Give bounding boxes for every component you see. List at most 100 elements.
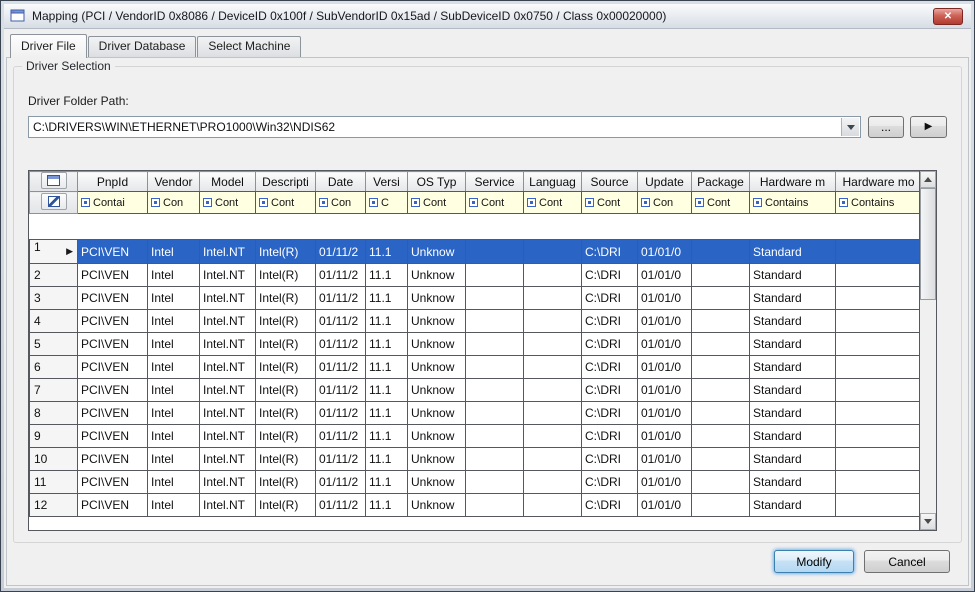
grid-cell[interactable]: 01/11/2 <box>316 240 366 264</box>
grid-cell[interactable]: 01/01/0 <box>638 425 692 448</box>
grid-cell[interactable]: Intel <box>148 494 200 517</box>
grid-cell[interactable]: Intel(R) <box>256 264 316 287</box>
column-header-2[interactable]: Model <box>200 172 256 192</box>
grid-cell[interactable]: Intel.NT <box>200 287 256 310</box>
column-header-12[interactable]: Hardware m <box>750 172 836 192</box>
vertical-scrollbar[interactable] <box>919 171 936 530</box>
grid-cell[interactable] <box>524 494 582 517</box>
grid-cell[interactable] <box>466 333 524 356</box>
grid-cell[interactable] <box>836 448 922 471</box>
apply-path-button[interactable]: ▶ <box>910 116 947 138</box>
grid-cell[interactable]: PCI\VEN <box>78 402 148 425</box>
grid-row-2[interactable]: 2PCI\VENIntelIntel.NTIntel(R)01/11/211.1… <box>30 264 922 287</box>
grid-cell[interactable] <box>466 287 524 310</box>
grid-cell[interactable] <box>692 310 750 333</box>
scroll-up-button[interactable] <box>920 171 936 188</box>
row-header-2[interactable]: 2 <box>30 264 78 287</box>
title-bar[interactable]: Mapping (PCI / VendorID 0x8086 / DeviceI… <box>4 4 971 29</box>
driver-folder-path-combobox[interactable]: C:\DRIVERS\WIN\ETHERNET\PRO1000\Win32\ND… <box>28 116 861 138</box>
grid-cell[interactable]: Standard <box>750 448 836 471</box>
grid-cell[interactable]: 01/11/2 <box>316 333 366 356</box>
tab-driver-database[interactable]: Driver Database <box>88 36 197 57</box>
grid-row-7[interactable]: 7PCI\VENIntelIntel.NTIntel(R)01/11/211.1… <box>30 379 922 402</box>
grid-cell[interactable]: C:\DRI <box>582 356 638 379</box>
grid-cell[interactable]: Intel(R) <box>256 402 316 425</box>
grid-cell[interactable] <box>692 333 750 356</box>
grid-cell[interactable] <box>524 425 582 448</box>
grid-cell[interactable]: Intel <box>148 264 200 287</box>
grid-cell[interactable]: Intel(R) <box>256 310 316 333</box>
grid-cell[interactable]: Intel.NT <box>200 425 256 448</box>
grid-cell[interactable] <box>524 448 582 471</box>
column-header-10[interactable]: Update <box>638 172 692 192</box>
grid-cell[interactable]: Intel <box>148 287 200 310</box>
grid-cell[interactable] <box>524 287 582 310</box>
grid-cell[interactable]: 01/11/2 <box>316 379 366 402</box>
grid-cell[interactable] <box>836 494 922 517</box>
grid-cell[interactable]: Intel(R) <box>256 379 316 402</box>
grid-cell[interactable] <box>524 240 582 264</box>
grid-cell[interactable]: Intel.NT <box>200 264 256 287</box>
grid-cell[interactable]: Intel.NT <box>200 471 256 494</box>
filter-cell-8[interactable]: Cont <box>524 192 582 214</box>
grid-cell[interactable]: Intel.NT <box>200 402 256 425</box>
grid-cell[interactable]: 01/11/2 <box>316 356 366 379</box>
grid-layout-button[interactable] <box>41 172 67 189</box>
column-header-11[interactable]: Package <box>692 172 750 192</box>
grid-cell[interactable]: C:\DRI <box>582 379 638 402</box>
grid-cell[interactable]: Standard <box>750 379 836 402</box>
grid-cell[interactable] <box>466 379 524 402</box>
filter-cell-9[interactable]: Cont <box>582 192 638 214</box>
column-header-7[interactable]: Service <box>466 172 524 192</box>
grid-cell[interactable]: Intel(R) <box>256 356 316 379</box>
column-header-13[interactable]: Hardware mo <box>836 172 922 192</box>
column-header-4[interactable]: Date <box>316 172 366 192</box>
grid-cell[interactable] <box>692 287 750 310</box>
grid-cell[interactable] <box>466 310 524 333</box>
combo-dropdown-button[interactable] <box>841 118 859 136</box>
grid-cell[interactable]: Standard <box>750 287 836 310</box>
grid-cell[interactable]: Unknow <box>408 264 466 287</box>
grid-filter-button[interactable] <box>41 193 67 210</box>
grid-cell[interactable]: Unknow <box>408 402 466 425</box>
grid-cell[interactable]: Unknow <box>408 287 466 310</box>
close-button[interactable]: ✕ <box>933 8 963 25</box>
filter-cell-2[interactable]: Cont <box>200 192 256 214</box>
grid-cell[interactable]: 11.1 <box>366 356 408 379</box>
grid-cell[interactable]: Intel(R) <box>256 333 316 356</box>
filter-cell-7[interactable]: Cont <box>466 192 524 214</box>
filter-cell-1[interactable]: Con <box>148 192 200 214</box>
grid-cell[interactable]: C:\DRI <box>582 264 638 287</box>
grid-cell[interactable] <box>466 448 524 471</box>
grid-cell[interactable]: Unknow <box>408 240 466 264</box>
grid-cell[interactable]: Unknow <box>408 356 466 379</box>
grid-cell[interactable]: C:\DRI <box>582 494 638 517</box>
grid-cell[interactable] <box>524 264 582 287</box>
grid-cell[interactable]: Intel <box>148 333 200 356</box>
grid-cell[interactable]: C:\DRI <box>582 402 638 425</box>
grid-cell[interactable]: 01/11/2 <box>316 494 366 517</box>
grid-cell[interactable] <box>836 333 922 356</box>
grid-cell[interactable]: C:\DRI <box>582 471 638 494</box>
grid-cell[interactable] <box>466 494 524 517</box>
grid-cell[interactable]: 11.1 <box>366 494 408 517</box>
grid-cell[interactable] <box>466 264 524 287</box>
grid-cell[interactable] <box>836 310 922 333</box>
grid-cell[interactable] <box>836 379 922 402</box>
grid-cell[interactable]: 11.1 <box>366 287 408 310</box>
grid-cell[interactable]: 01/01/0 <box>638 356 692 379</box>
row-header-9[interactable]: 9 <box>30 425 78 448</box>
filter-cell-6[interactable]: Cont <box>408 192 466 214</box>
grid-cell[interactable] <box>466 402 524 425</box>
grid-row-4[interactable]: 4PCI\VENIntelIntel.NTIntel(R)01/11/211.1… <box>30 310 922 333</box>
tab-driver-file[interactable]: Driver File <box>10 34 87 58</box>
cancel-button[interactable]: Cancel <box>864 550 950 573</box>
grid-cell[interactable] <box>466 425 524 448</box>
grid-cell[interactable]: Intel <box>148 310 200 333</box>
grid-cell[interactable]: Unknow <box>408 333 466 356</box>
grid-cell[interactable]: Intel.NT <box>200 333 256 356</box>
filter-cell-12[interactable]: Contains <box>750 192 836 214</box>
grid-cell[interactable]: PCI\VEN <box>78 356 148 379</box>
grid-cell[interactable] <box>692 356 750 379</box>
grid-cell[interactable]: Intel <box>148 471 200 494</box>
